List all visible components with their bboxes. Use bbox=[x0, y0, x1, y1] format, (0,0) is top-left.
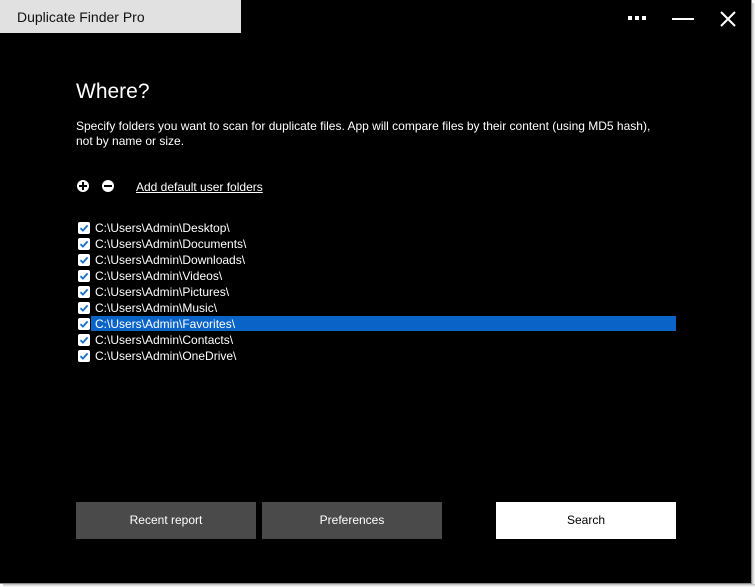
folder-row[interactable]: C:\Users\Admin\Desktop\ bbox=[76, 220, 676, 236]
checkmark-icon bbox=[79, 352, 89, 360]
checkmark-icon bbox=[79, 272, 89, 280]
folder-row[interactable]: C:\Users\Admin\Contacts\ bbox=[76, 332, 676, 348]
checkmark-icon bbox=[79, 320, 89, 328]
more-dots-icon[interactable] bbox=[626, 8, 652, 30]
folder-row[interactable]: C:\Users\Admin\Music\ bbox=[76, 300, 676, 316]
add-default-folders-link[interactable]: Add default user folders bbox=[136, 180, 263, 194]
minimize-icon[interactable] bbox=[671, 8, 697, 30]
close-icon[interactable] bbox=[717, 8, 739, 30]
checkmark-icon bbox=[79, 256, 89, 264]
folder-path: C:\Users\Admin\Music\ bbox=[95, 301, 218, 315]
folder-checkbox[interactable] bbox=[78, 334, 90, 346]
checkmark-icon bbox=[79, 288, 89, 296]
folder-checkbox[interactable] bbox=[78, 286, 90, 298]
folder-checkbox[interactable] bbox=[78, 238, 90, 250]
folder-path: C:\Users\Admin\Videos\ bbox=[95, 269, 223, 283]
folder-path: C:\Users\Admin\Desktop\ bbox=[95, 221, 230, 235]
checkmark-icon bbox=[79, 240, 89, 248]
remove-folder-icon[interactable] bbox=[102, 180, 114, 192]
folder-row[interactable]: C:\Users\Admin\Documents\ bbox=[76, 236, 676, 252]
recent-report-button[interactable]: Recent report bbox=[76, 502, 256, 539]
folder-checkbox[interactable] bbox=[78, 270, 90, 282]
folder-row[interactable]: C:\Users\Admin\Pictures\ bbox=[76, 284, 676, 300]
checkmark-icon bbox=[79, 224, 89, 232]
search-button[interactable]: Search bbox=[496, 502, 676, 539]
folder-path: C:\Users\Admin\OneDrive\ bbox=[95, 349, 237, 363]
folder-row[interactable]: C:\Users\Admin\OneDrive\ bbox=[76, 348, 676, 364]
folder-row[interactable]: C:\Users\Admin\Favorites\ bbox=[76, 316, 676, 332]
checkmark-icon bbox=[79, 304, 89, 312]
folder-list: C:\Users\Admin\Desktop\ C:\Users\Admin\Do… bbox=[76, 220, 676, 364]
page-heading: Where? bbox=[76, 80, 150, 103]
add-folder-icon[interactable] bbox=[77, 180, 89, 192]
folder-checkbox[interactable] bbox=[78, 302, 90, 314]
folder-checkbox[interactable] bbox=[78, 254, 90, 266]
app-window: Duplicate Finder Pro Where? Specify fold… bbox=[0, 0, 752, 584]
folder-checkbox[interactable] bbox=[78, 318, 90, 330]
folder-path: C:\Users\Admin\Documents\ bbox=[95, 237, 247, 251]
folder-row[interactable]: C:\Users\Admin\Downloads\ bbox=[76, 252, 676, 268]
checkmark-icon bbox=[79, 336, 89, 344]
folder-checkbox[interactable] bbox=[78, 222, 90, 234]
folder-row[interactable]: C:\Users\Admin\Videos\ bbox=[76, 268, 676, 284]
preferences-button[interactable]: Preferences bbox=[262, 502, 442, 539]
folder-checkbox[interactable] bbox=[78, 350, 90, 362]
folder-path: C:\Users\Admin\Favorites\ bbox=[95, 317, 236, 331]
window-title: Duplicate Finder Pro bbox=[0, 0, 241, 33]
folder-path: C:\Users\Admin\Downloads\ bbox=[95, 253, 246, 267]
folder-path: C:\Users\Admin\Pictures\ bbox=[95, 285, 230, 299]
page-description: Specify folders you want to scan for dup… bbox=[76, 119, 651, 148]
folder-path: C:\Users\Admin\Contacts\ bbox=[95, 333, 234, 347]
